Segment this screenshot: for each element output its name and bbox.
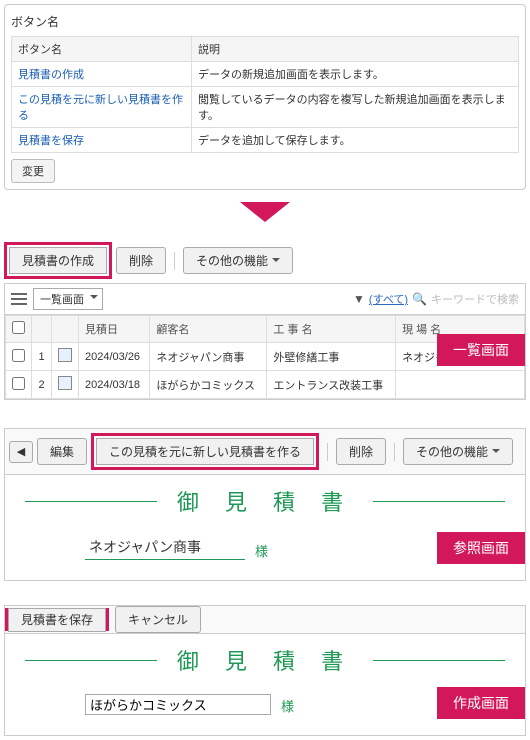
save-highlight: 見積書を保存 xyxy=(5,608,109,631)
config-row: この見積を元に新しい見積書を作る 閲覧しているデータの内容を複写した新規追加画面… xyxy=(12,87,519,128)
copy-highlight: この見積を元に新しい見積書を作る xyxy=(91,433,319,470)
config-table: ボタン名 説明 見積書の作成 データの新規追加画面を表示します。 この見積を元に… xyxy=(11,36,519,153)
back-button[interactable]: ◀ xyxy=(9,441,33,463)
detail-icon[interactable] xyxy=(58,376,72,390)
config-name[interactable]: 見積書を保存 xyxy=(12,128,192,153)
divider xyxy=(394,443,395,461)
cell-customer: ネオジャパン商事 xyxy=(150,343,267,371)
config-row: 見積書の作成 データの新規追加画面を表示します。 xyxy=(12,62,519,87)
icon-header xyxy=(52,316,79,343)
cell-date: 2024/03/26 xyxy=(79,343,150,371)
config-desc: データを追加して保存します。 xyxy=(192,128,519,153)
quote-title: 御 見 積 書 xyxy=(157,644,373,676)
cell-work: エントランス改装工事 xyxy=(267,371,396,399)
title-line xyxy=(25,501,157,502)
create-view: 見積書を保存 キャンセル 御 見 積 書 様 作成画面 xyxy=(4,605,526,736)
delete-button[interactable]: 削除 xyxy=(116,247,166,274)
save-estimate-button[interactable]: 見積書を保存 xyxy=(8,608,106,632)
view-select[interactable]: 一覧画面 xyxy=(33,288,103,310)
row-check[interactable] xyxy=(12,349,25,362)
title-line xyxy=(373,501,505,502)
other-functions-button[interactable]: その他の機能 xyxy=(403,438,513,465)
create-toolbar: 見積書を保存 キャンセル xyxy=(5,606,525,634)
cancel-button[interactable]: キャンセル xyxy=(115,606,201,633)
create-view-label: 作成画面 xyxy=(437,687,525,719)
create-highlight: 見積書の作成 xyxy=(4,242,112,279)
config-desc: データの新規追加画面を表示します。 xyxy=(192,62,519,87)
config-name[interactable]: この見積を元に新しい見積書を作る xyxy=(12,87,192,128)
cell-site xyxy=(396,371,525,399)
checkbox-header xyxy=(6,316,32,343)
check-all[interactable] xyxy=(12,321,25,334)
grid-header-bar: 一覧画面 ▼ (すべて) 🔍 キーワードで検索 xyxy=(5,284,525,315)
change-button[interactable]: 変更 xyxy=(11,159,55,183)
delete-button[interactable]: 削除 xyxy=(336,438,386,465)
config-desc: 閲覧しているデータの内容を複写した新規追加画面を表示します。 xyxy=(192,87,519,128)
search-icon[interactable]: 🔍 xyxy=(412,292,427,306)
menu-icon[interactable] xyxy=(11,293,27,305)
panel-title: ボタン名 xyxy=(11,11,519,36)
quote-body: 御 見 積 書 様 xyxy=(5,634,525,735)
reference-view-label: 参照画面 xyxy=(437,532,525,564)
quote-body: 御 見 積 書 ネオジャパン商事 様 xyxy=(5,475,525,580)
row-num: 2 xyxy=(32,371,52,399)
title-line xyxy=(373,660,505,661)
client-suffix: 様 xyxy=(281,696,294,715)
cell-work: 外壁修繕工事 xyxy=(267,343,396,371)
row-check[interactable] xyxy=(12,377,25,390)
client-suffix: 様 xyxy=(255,541,268,560)
down-arrow-icon xyxy=(240,202,290,222)
divider xyxy=(174,252,175,270)
filter-icon[interactable]: ▼ xyxy=(353,292,365,306)
button-config-panel: ボタン名 ボタン名 説明 見積書の作成 データの新規追加画面を表示します。 この… xyxy=(4,4,526,190)
create-estimate-button[interactable]: 見積書の作成 xyxy=(9,247,107,274)
quote-title: 御 見 積 書 xyxy=(157,485,373,517)
cell-date: 2024/03/18 xyxy=(79,371,150,399)
col-work[interactable]: 工 事 名 xyxy=(267,316,396,343)
divider xyxy=(327,443,328,461)
list-view-label: 一覧画面 xyxy=(437,334,525,366)
config-row: 見積書を保存 データを追加して保存します。 xyxy=(12,128,519,153)
col-date[interactable]: 見積日 xyxy=(79,316,150,343)
other-functions-button[interactable]: その他の機能 xyxy=(183,247,293,274)
edit-button[interactable]: 編集 xyxy=(37,438,87,465)
col-customer[interactable]: 顧客名 xyxy=(150,316,267,343)
row-num: 1 xyxy=(32,343,52,371)
title-line xyxy=(25,660,157,661)
table-row[interactable]: 2 2024/03/18 ほがらかコミックス エントランス改装工事 xyxy=(6,371,525,399)
cell-customer: ほがらかコミックス xyxy=(150,371,267,399)
ref-toolbar: ◀ 編集 この見積を元に新しい見積書を作る 削除 その他の機能 xyxy=(5,429,525,475)
filter-all-link[interactable]: (すべて) xyxy=(369,291,408,307)
client-input[interactable] xyxy=(85,694,271,715)
list-grid: 一覧画面 ▼ (すべて) 🔍 キーワードで検索 見積日 顧客名 工 事 名 現 … xyxy=(4,283,526,400)
search-placeholder[interactable]: キーワードで検索 xyxy=(431,291,519,307)
config-name[interactable]: 見積書の作成 xyxy=(12,62,192,87)
list-toolbar: 見積書の作成 削除 その他の機能 xyxy=(4,242,526,279)
client-name: ネオジャパン商事 xyxy=(85,535,245,560)
col-desc-header: 説明 xyxy=(192,37,519,62)
col-name-header: ボタン名 xyxy=(12,37,192,62)
detail-icon[interactable] xyxy=(58,348,72,362)
reference-view: ◀ 編集 この見積を元に新しい見積書を作る 削除 その他の機能 御 見 積 書 … xyxy=(4,428,526,581)
copy-estimate-button[interactable]: この見積を元に新しい見積書を作る xyxy=(96,438,314,465)
num-header xyxy=(32,316,52,343)
